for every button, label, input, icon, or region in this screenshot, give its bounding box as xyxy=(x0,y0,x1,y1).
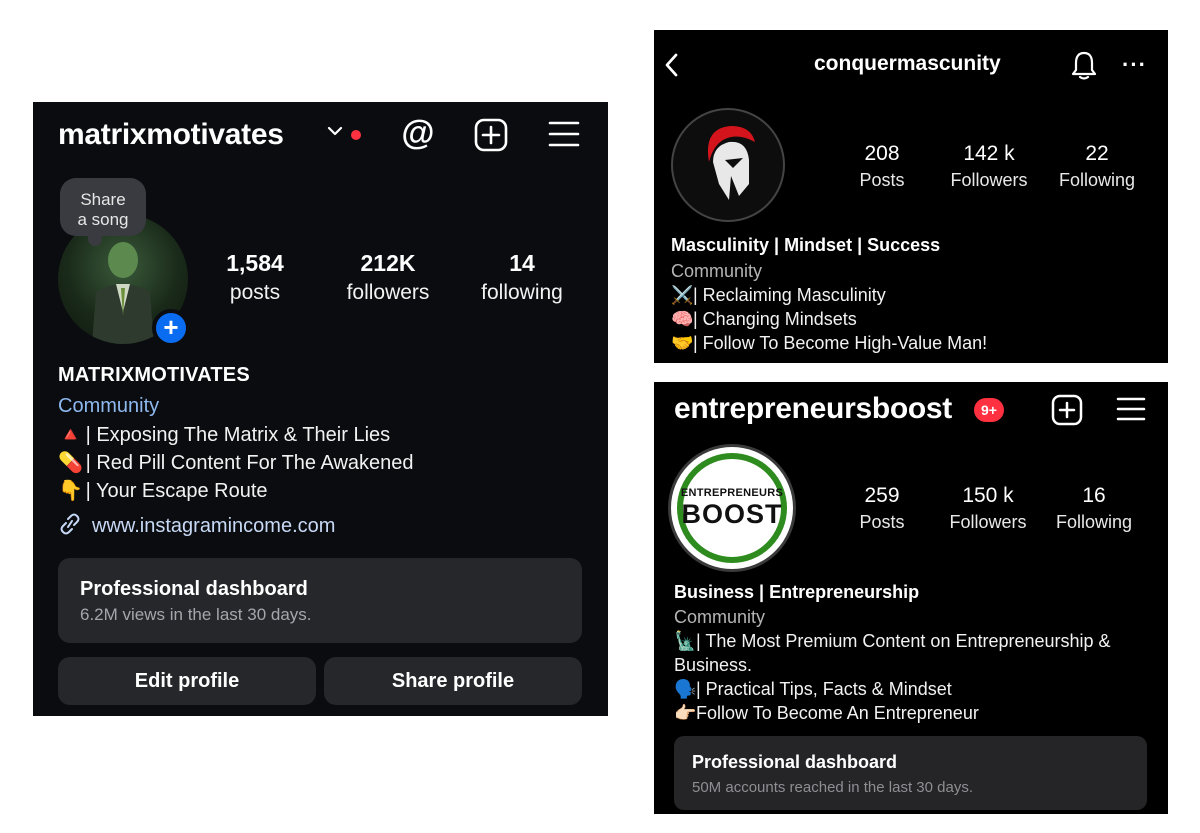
bio-text: | Follow To Become High-Value Man! xyxy=(693,333,988,353)
profile-conquermascunity: conquermascunity ··· 208 Posts 142 k Fol… xyxy=(654,30,1168,363)
stat-value: 142 k xyxy=(963,142,1015,165)
back-icon[interactable] xyxy=(662,52,682,78)
stat-label: Posts xyxy=(859,512,905,532)
dashboard-title: Professional dashboard xyxy=(80,578,308,600)
bio-text: | Reclaiming Masculinity xyxy=(693,285,886,305)
bio-text: | Practical Tips, Facts & Mindset xyxy=(696,679,952,699)
display-name: Masculinity | Mindset | Success xyxy=(671,235,941,255)
followers-stat[interactable]: 150 k Followers xyxy=(943,484,1033,533)
display-name: MATRIXMOTIVATES xyxy=(58,364,250,386)
dashboard-subtitle: 50M accounts reached in the last 30 days… xyxy=(692,779,974,796)
bio-emoji: 🗽 xyxy=(674,631,697,651)
note-bubble[interactable]: Share a song xyxy=(60,178,146,246)
notification-badge: 9+ xyxy=(974,398,1004,422)
profile-entrepreneursboost: entrepreneursboost 9+ ENTREPRENEURS BOOS… xyxy=(654,382,1168,814)
bio-line: 👉🏻Follow To Become An Entrepreneur xyxy=(674,701,1154,725)
dashboard-subtitle: 6.2M views in the last 30 days. xyxy=(80,605,312,624)
followers-stat[interactable]: 142 k Followers xyxy=(944,142,1034,191)
stat-label: following xyxy=(481,281,563,304)
bio-emoji: ⚔️ xyxy=(671,285,694,305)
stat-value: 208 xyxy=(864,142,900,165)
spartan-helmet-logo xyxy=(707,126,755,200)
bio-emoji: 🤝 xyxy=(671,333,694,353)
stat-value: 150 k xyxy=(962,484,1014,507)
category-label[interactable]: Community xyxy=(671,261,762,282)
stat-label: Following xyxy=(1058,170,1136,190)
category-label[interactable]: Community xyxy=(58,395,159,418)
threads-icon[interactable]: @ xyxy=(401,116,435,150)
bio-emoji: 🔺 xyxy=(58,424,83,446)
edit-profile-button[interactable]: Edit profile xyxy=(58,657,316,705)
username: conquermascunity xyxy=(814,52,1001,75)
bio-line: 🗣️| Practical Tips, Facts & Mindset xyxy=(674,677,1154,701)
stat-label: followers xyxy=(346,281,430,304)
avatar[interactable] xyxy=(671,108,785,222)
bio-text: | Red Pill Content For The Awakened xyxy=(85,452,414,474)
new-post-icon[interactable] xyxy=(1051,394,1083,426)
add-story-icon[interactable]: + xyxy=(152,309,190,347)
bio-line: ⚔️| Reclaiming Masculinity xyxy=(671,285,886,306)
notification-dot xyxy=(351,130,361,140)
stat-value: 16 xyxy=(1082,484,1106,507)
logo-text-top: ENTREPRENEURS xyxy=(680,487,784,499)
bio-line: 🧠| Changing Mindsets xyxy=(671,309,857,330)
posts-stat[interactable]: 259 Posts xyxy=(849,484,915,533)
profile-link[interactable]: www.instagramincome.com xyxy=(58,513,335,538)
avatar[interactable]: ENTREPRENEURS BOOST xyxy=(668,444,796,572)
professional-dashboard[interactable]: Professional dashboard 6.2M views in the… xyxy=(58,558,582,643)
stat-label: Followers xyxy=(950,170,1028,190)
bio-text: Follow To Become An Entrepreneur xyxy=(696,703,979,723)
avatar-figure-image xyxy=(92,242,154,344)
chevron-down-icon[interactable] xyxy=(326,124,344,138)
stat-value: 1,584 xyxy=(226,250,284,276)
following-stat[interactable]: 22 Following xyxy=(1052,142,1142,191)
dashboard-title: Professional dashboard xyxy=(692,752,898,772)
display-name: Business | Entrepreneurship xyxy=(674,582,920,602)
posts-stat[interactable]: 1,584 posts xyxy=(218,250,292,305)
bio-emoji: 👇 xyxy=(58,480,83,502)
stat-label: Posts xyxy=(859,170,905,190)
note-bubble-text: Share a song xyxy=(77,190,129,229)
bio-line: 💊 | Red Pill Content For The Awakened xyxy=(58,450,414,475)
bio-text: | The Most Premium Content on Entreprene… xyxy=(674,631,1111,675)
bio-emoji: 🧠 xyxy=(671,309,694,329)
bio-line: 🗽| The Most Premium Content on Entrepren… xyxy=(674,629,1154,677)
bio-line: 👇 | Your Escape Route xyxy=(58,478,268,503)
bio-emoji: 🗣️ xyxy=(674,679,697,699)
bio-text: | Changing Mindsets xyxy=(693,309,857,329)
following-stat[interactable]: 14 following xyxy=(471,250,573,305)
profile-matrixmotivates: matrixmotivates @ Share a song + 1,584 p… xyxy=(33,102,608,716)
stat-value: 259 xyxy=(864,484,900,507)
bell-icon[interactable] xyxy=(1068,49,1100,81)
bio-emoji: 💊 xyxy=(58,452,83,474)
bio-emoji: 👉🏻 xyxy=(674,703,697,723)
stat-value: 14 xyxy=(509,250,535,276)
menu-icon[interactable] xyxy=(1116,396,1146,422)
category-label[interactable]: Community xyxy=(674,607,765,628)
menu-icon[interactable] xyxy=(548,120,580,148)
stat-value: 22 xyxy=(1085,142,1109,165)
new-post-icon[interactable] xyxy=(474,118,508,152)
stat-label: Followers xyxy=(949,512,1027,532)
followers-stat[interactable]: 212K followers xyxy=(333,250,443,305)
stat-value: 212K xyxy=(360,250,416,276)
link-icon xyxy=(60,513,80,535)
posts-stat[interactable]: 208 Posts xyxy=(849,142,915,191)
share-profile-button[interactable]: Share profile xyxy=(324,657,582,705)
bio-line: 🔺 | Exposing The Matrix & Their Lies xyxy=(58,422,390,447)
stat-label: Following xyxy=(1055,512,1133,532)
bio-text: | Exposing The Matrix & Their Lies xyxy=(85,424,391,446)
stat-label: posts xyxy=(229,281,281,304)
bio-text: | Your Escape Route xyxy=(85,480,268,502)
logo-text-main: BOOST xyxy=(681,499,783,529)
more-icon[interactable]: ··· xyxy=(1122,52,1147,78)
following-stat[interactable]: 16 Following xyxy=(1049,484,1139,533)
link-text: www.instagramincome.com xyxy=(92,515,336,537)
professional-dashboard[interactable]: Professional dashboard 50M accounts reac… xyxy=(674,736,1147,810)
username[interactable]: matrixmotivates xyxy=(58,118,284,152)
username[interactable]: entrepreneursboost xyxy=(674,392,952,426)
bio-line: 🤝| Follow To Become High-Value Man! xyxy=(671,333,987,354)
